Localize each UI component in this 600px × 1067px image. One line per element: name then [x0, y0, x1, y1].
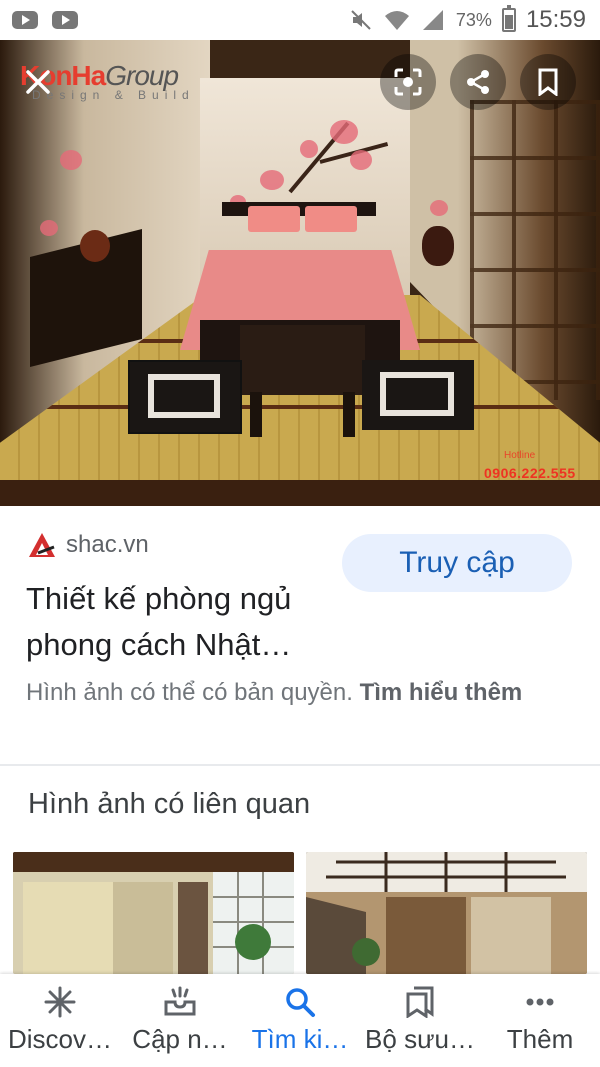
related-images-heading: Hình ảnh có liên quan: [28, 788, 311, 820]
source-domain: shac.vn: [66, 531, 149, 558]
nav-updates[interactable]: Cập n…: [120, 974, 240, 1067]
related-image-2-drawing: [306, 852, 587, 974]
image-vase: [422, 226, 454, 266]
divider: [0, 764, 600, 766]
image-hotline-label: Hotline: [504, 450, 536, 461]
image-floor-beam: [0, 480, 600, 506]
image-cushion: [128, 360, 242, 434]
inbox-updates-icon: [164, 986, 196, 1016]
result-image[interactable]: KonHaGroup Design & Build Hotline 0906.2…: [0, 40, 600, 506]
clock: 15:59: [525, 6, 586, 33]
mute-icon: [348, 7, 374, 33]
nav-discover-label: Discov…: [7, 1024, 112, 1054]
nav-collections-label: Bộ sưu…: [365, 1024, 475, 1054]
share-icon: [467, 70, 489, 94]
image-cushion: [362, 360, 474, 430]
lens-button[interactable]: [380, 54, 436, 110]
battery-icon: [501, 5, 516, 32]
image-blossom: [260, 170, 284, 190]
copyright-notice: Hình ảnh có thể có bản quyền. Tìm hiểu t…: [26, 674, 586, 712]
image-table-legs: [250, 392, 355, 437]
image-pillow: [305, 206, 357, 232]
more-icon: [526, 998, 554, 1006]
source-row[interactable]: shac.vn: [28, 531, 149, 559]
image-hotline-number: 0906.222.555: [484, 465, 576, 481]
image-blossom: [60, 150, 82, 170]
nav-discover[interactable]: Discov…: [0, 974, 120, 1067]
share-button[interactable]: [450, 54, 506, 110]
image-blossom: [40, 220, 58, 236]
battery-percent: 73%: [455, 9, 492, 30]
save-button[interactable]: [520, 54, 576, 110]
image-blossom: [350, 150, 372, 170]
nav-search-label: Tìm ki…: [251, 1024, 349, 1054]
search-icon: [286, 988, 315, 1017]
lens-icon: [394, 68, 422, 96]
signal-icon: [420, 7, 446, 33]
site-favicon-icon: [29, 533, 55, 557]
related-image-thumbnail[interactable]: [13, 852, 294, 974]
nav-more-label: Thêm: [506, 1024, 574, 1054]
close-icon: [26, 70, 50, 94]
nav-collections[interactable]: Bộ sưu…: [360, 974, 480, 1067]
close-button[interactable]: [14, 58, 62, 106]
youtube-icon: [52, 11, 78, 29]
asterisk-icon: [44, 986, 76, 1018]
nav-updates-label: Cập n…: [132, 1024, 228, 1054]
copyright-text: Hình ảnh có thể có bản quyền.: [26, 679, 353, 706]
image-blossom: [430, 200, 448, 216]
image-blossom: [300, 140, 318, 158]
wifi-icon: [384, 7, 410, 33]
image-blossom: [330, 120, 358, 144]
status-bar: 73% 15:59: [0, 0, 600, 40]
bookmark-icon: [538, 68, 558, 96]
collections-icon: [406, 986, 434, 1018]
related-image-thumbnail[interactable]: [306, 852, 587, 974]
related-image-1-drawing: [13, 852, 294, 974]
result-title[interactable]: Thiết kế phòng ngủ phong cách Nhật…: [26, 576, 346, 668]
learn-more-link[interactable]: Tìm hiểu thêm: [360, 679, 523, 706]
image-tea-table: [240, 325, 365, 395]
visit-button[interactable]: Truy cập: [342, 534, 572, 592]
nav-more[interactable]: Thêm: [480, 974, 600, 1067]
image-pillow: [248, 206, 300, 232]
image-vase: [80, 230, 110, 262]
nav-search[interactable]: Tìm ki…: [240, 974, 360, 1067]
bottom-navigation: Discov… Cập n… Tìm ki… Bộ sưu… Thêm: [0, 974, 600, 1067]
logo-group: Group: [105, 60, 179, 91]
youtube-icon: [12, 11, 38, 29]
